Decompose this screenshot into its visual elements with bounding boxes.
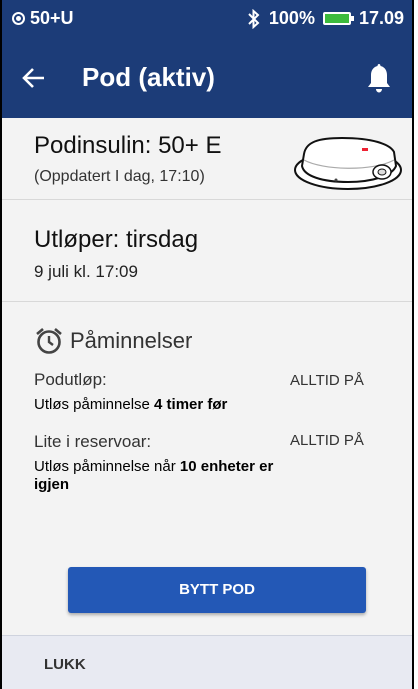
device-frame: 50+U 100% 17.09 Pod (aktiv) Podinsulin: … xyxy=(0,0,414,689)
reminder-desc-reservoir: Utløs påminnelse når 10 enheter er igjen xyxy=(34,458,284,492)
app-bar: Pod (aktiv) xyxy=(2,40,412,118)
reminder-desc-bold: 10 enheter xyxy=(179,458,255,475)
reminders-heading: Påminnelser xyxy=(34,326,192,356)
alarm-clock-icon xyxy=(36,328,62,354)
reminder-status-expiry: ALLTID PÅ xyxy=(290,372,364,389)
reminder-label-reservoir: Lite i reservoar: xyxy=(34,432,152,451)
battery-percent: 100% xyxy=(268,8,315,28)
status-left: 50+U xyxy=(12,8,74,29)
status-bar: 50+U 100% 17.09 xyxy=(2,0,412,40)
bell-icon[interactable] xyxy=(366,62,392,94)
reminder-label-expiry: Podutløp: xyxy=(34,370,107,389)
clock-time: 17.09 xyxy=(358,8,404,28)
pod-status-icon xyxy=(12,12,25,25)
insulin-section: Podinsulin: 50+ E (Oppdatert I dag, 17:1… xyxy=(2,118,412,200)
pod-status-text: 50+U xyxy=(30,8,74,28)
status-right: 100% 17.09 xyxy=(247,8,404,29)
insulin-updated-text: (Oppdatert I dag, 17:10) xyxy=(34,168,205,185)
reminder-desc-bold: 4 timer før xyxy=(154,396,228,413)
bluetooth-icon xyxy=(248,8,260,29)
expiry-section: Utløper: tirsdag 9 juli kl. 17:09 xyxy=(2,200,412,302)
battery-icon xyxy=(322,12,354,25)
close-button[interactable]: LUKK xyxy=(44,656,86,673)
reminder-desc-text: Utløs påminnelse xyxy=(34,396,155,413)
footer-bar: LUKK xyxy=(2,635,412,689)
back-arrow-icon[interactable] xyxy=(16,60,52,96)
reminder-status-reservoir: ALLTID PÅ xyxy=(290,432,364,449)
replace-pod-button[interactable]: BYTT POD xyxy=(68,567,366,613)
expiry-label: Utløper: tirsdag xyxy=(34,226,199,253)
reminders-section: Påminnelser Podutløp: ALLTID PÅ Utløs på… xyxy=(2,302,412,532)
pod-insulin-label: Podinsulin: 50+ E xyxy=(34,132,222,159)
reminder-desc-text: Utløs påminnelse når xyxy=(34,458,180,475)
pod-device-image xyxy=(294,136,402,190)
reminders-title: Påminnelser xyxy=(70,328,193,353)
reminder-desc-expiry: Utløs påminnelse 4 timer før xyxy=(34,396,284,414)
page-title: Pod (aktiv) xyxy=(82,62,215,92)
expiry-date: 9 juli kl. 17:09 xyxy=(34,262,138,281)
